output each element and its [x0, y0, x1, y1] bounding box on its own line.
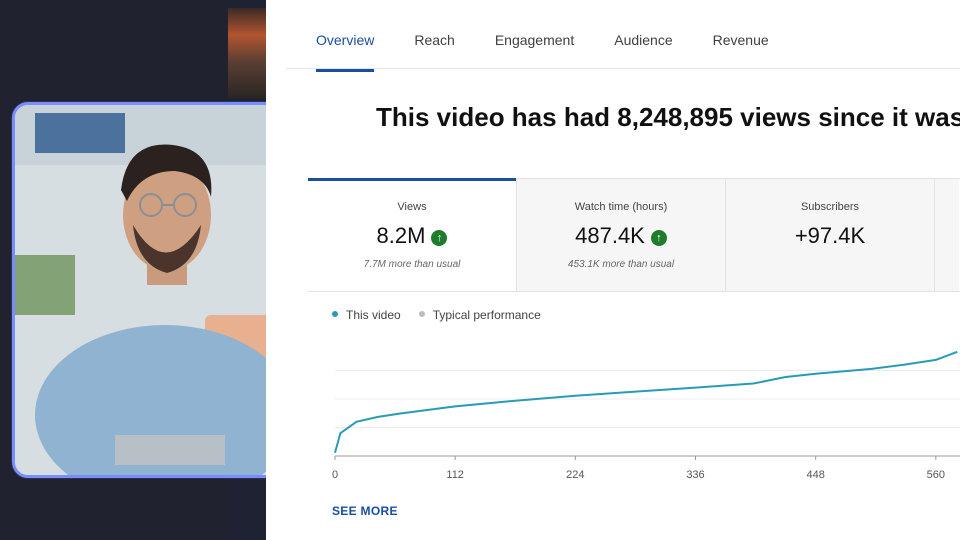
legend-label: Typical performance — [432, 308, 541, 322]
thumbnail-strip — [228, 8, 266, 98]
x-tick-label: 224 — [566, 469, 584, 481]
metric-title: Watch time (hours) — [574, 201, 668, 213]
metric-card-watch-time[interactable]: Watch time (hours) 487.4K ↑ 453.1K more t… — [516, 179, 725, 291]
views-chart: 0 112 224 336 448 560 — [332, 350, 960, 481]
legend-dot-icon — [418, 311, 425, 317]
tab-overview[interactable]: Overview — [316, 32, 375, 72]
x-tick-label: 560 — [927, 469, 945, 481]
metric-cards: Views 8.2M ↑ 7.7M more than usual Watch t… — [308, 178, 960, 292]
x-tick-label: 336 — [686, 469, 704, 481]
analytics-tabs: Overview Reach Engagement Audience Reven… — [316, 32, 809, 72]
legend-item-this-video[interactable]: This video — [332, 308, 401, 322]
x-tick-label: 0 — [332, 469, 338, 481]
tab-revenue[interactable]: Revenue — [713, 32, 769, 70]
metric-value-text: 487.4K — [575, 223, 645, 248]
metric-value: 8.2M ↑ — [308, 223, 516, 249]
x-tick-label: 448 — [806, 469, 824, 481]
metric-comparison: 7.7M more than usual — [363, 259, 461, 270]
metric-value: +97.4K — [794, 223, 866, 248]
metric-card-views[interactable]: Views 8.2M ↑ 7.7M more than usual — [308, 178, 516, 291]
metric-title: Views — [397, 201, 427, 213]
tabs-divider — [286, 68, 960, 69]
x-tick-label: 112 — [446, 469, 464, 481]
chart-legend: This video Typical performance — [332, 308, 541, 322]
metric-comparison: 453.1K more than usual — [567, 259, 675, 270]
metric-value-text: 8.2M — [376, 223, 426, 248]
webcam-presenter — [12, 102, 282, 478]
metric-title: Subscribers — [800, 201, 860, 213]
legend-label: This video — [346, 308, 401, 322]
metric-card-subscribers[interactable]: Subscribers +97.4K — [725, 179, 934, 291]
presenter-image — [15, 105, 279, 475]
tab-audience[interactable]: Audience — [614, 32, 672, 70]
legend-item-typical[interactable]: Typical performance — [418, 308, 541, 322]
metric-value: 487.4K ↑ — [517, 223, 725, 249]
metric-card-partial[interactable] — [934, 179, 959, 291]
tab-reach[interactable]: Reach — [414, 32, 454, 70]
tab-engagement[interactable]: Engagement — [495, 32, 574, 70]
see-more-link[interactable]: SEE MORE — [332, 504, 398, 518]
legend-dot-icon — [332, 311, 338, 317]
arrow-up-icon: ↑ — [650, 230, 667, 246]
arrow-up-icon: ↑ — [431, 230, 448, 246]
page-title: This video has had 8,248,895 views since… — [376, 102, 960, 132]
series-line-this-video — [334, 350, 958, 454]
